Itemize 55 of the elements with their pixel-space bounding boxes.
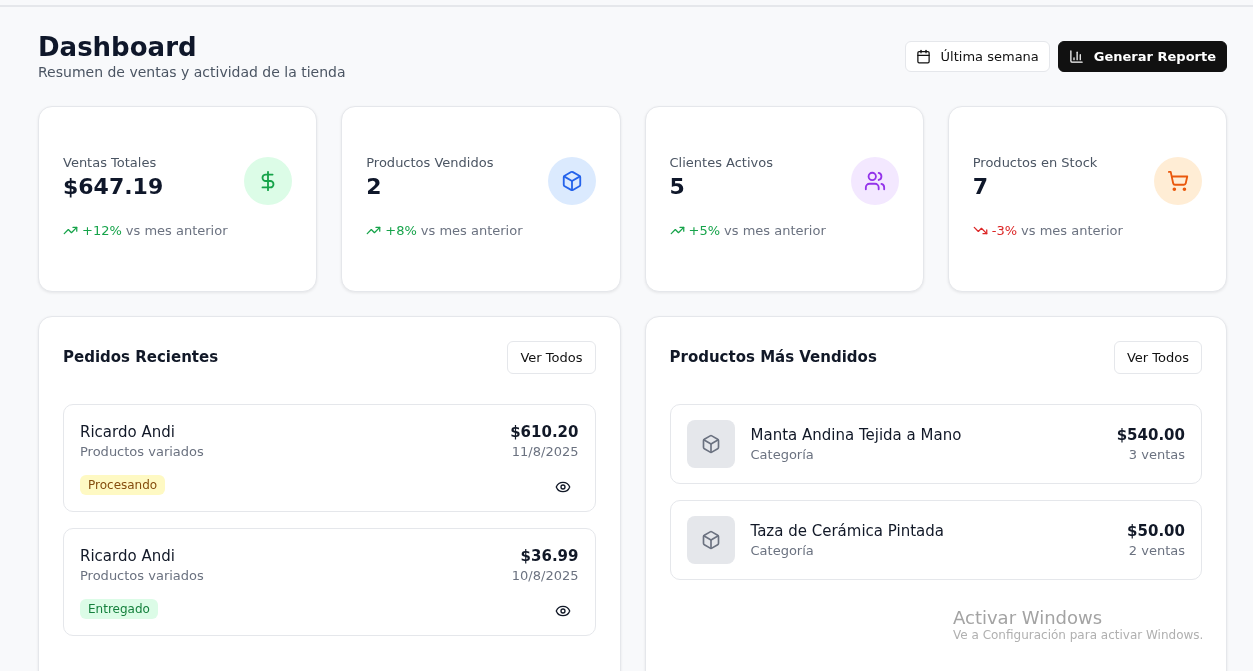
product-name: Manta Andina Tejida a Mano [750,425,962,444]
box-icon [700,529,721,550]
panel-title: Pedidos Recientes [63,348,219,367]
customer-name: Ricardo Andi [80,546,175,565]
view-all-button[interactable]: Ver Todos [507,340,596,374]
box-icon [560,169,583,192]
product-card[interactable]: Manta Andina Tejida a Mano Categoría $540.00 3 ventas [669,403,1202,484]
page-subtitle: Resumen de ventas y actividad de la tienda [38,63,346,80]
product-name: Taza de Cerámica Pintada [750,521,944,540]
product-revenue: $50.00 [1127,521,1185,540]
order-detail: Productos variados [80,443,204,459]
product-card[interactable]: Taza de Cerámica Pintada Categoría $50.00 2 ventas [669,499,1202,580]
product-sales: 3 ventas [1128,446,1185,462]
watermark-text: Ve a Configuración para activar Windows. [953,628,1204,642]
report-button[interactable]: Generar Reporte [1057,40,1227,72]
users-icon [863,169,886,192]
change-note: vs mes anterior [1021,222,1123,238]
order-total: $36.99 [520,546,579,565]
watermark-title: Activar Windows [953,607,1104,628]
date-range-button[interactable]: Última semana [904,40,1050,72]
change-percent: +12% [82,222,122,238]
bar-chart-icon [1068,48,1084,64]
product-sales: 2 ventas [1128,542,1185,558]
calendar-icon [915,48,931,64]
box-icon [700,433,721,454]
order-detail: Productos variados [80,567,204,583]
stat-label: Productos en Stock [972,154,1098,170]
product-revenue: $540.00 [1116,425,1185,444]
product-category: Categoría [750,446,814,462]
view-all-button[interactable]: Ver Todos [1113,340,1202,374]
customer-name: Ricardo Andi [80,422,175,441]
page-title: Dashboard [38,33,198,62]
stat-label: Productos Vendidos [366,154,494,170]
stat-value: $647.19 [63,173,164,199]
stat-value: 5 [669,173,686,199]
change-note: vs mes anterior [724,222,826,238]
stat-label: Ventas Totales [63,154,158,170]
change-percent: +5% [688,222,721,238]
change-note: vs mes anterior [125,222,228,238]
order-date: 10/8/2025 [511,567,579,583]
order-card[interactable]: Ricardo Andi Productos variados Procesando $610.20 11/8/2025 [63,403,596,512]
change-percent: +8% [385,222,417,238]
status-badge: Entregado [80,598,158,619]
change-percent: -3% [991,222,1018,238]
product-category: Categoría [750,542,814,558]
stat-label: Clientes Activos [669,154,773,170]
panel-title: Productos Más Vendidos [669,348,877,367]
order-date: 11/8/2025 [511,443,579,459]
change-note: vs mes anterior [420,222,523,238]
stat-value: 2 [366,173,383,199]
cart-icon [1167,169,1189,192]
stat-value: 7 [972,173,990,199]
order-card[interactable]: Ricardo Andi Productos variados Entregado $36.99 10/8/2025 [63,527,596,636]
order-total: $610.20 [510,422,579,441]
status-badge: Procesando [80,474,166,495]
